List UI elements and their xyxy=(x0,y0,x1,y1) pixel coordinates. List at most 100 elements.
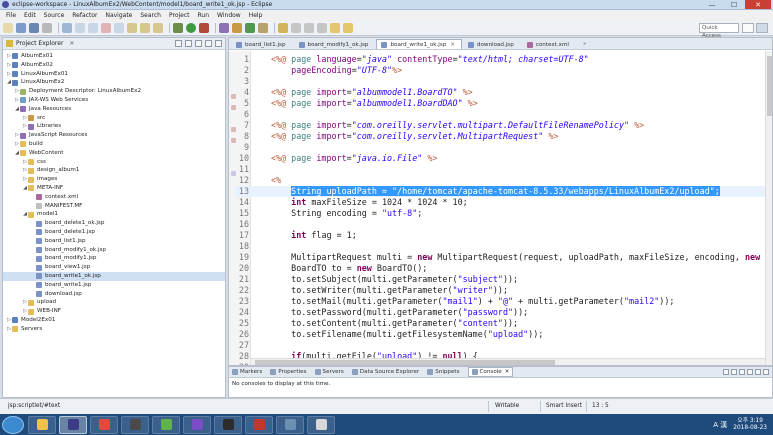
tree-item[interactable]: ▷ LinuxAlbumEx01 xyxy=(3,70,225,79)
search-icon[interactable] xyxy=(278,23,288,33)
tree-item[interactable]: ◢ model1 xyxy=(3,210,225,219)
media-app-button[interactable] xyxy=(121,415,149,434)
editor-text-area[interactable]: 1 <%@ page language="java" contentType="t… xyxy=(229,51,772,365)
panel-tab-markers[interactable]: Markers xyxy=(232,369,262,375)
editor-tab[interactable]: board_list1.jsp xyxy=(231,39,293,49)
view-menu-icon[interactable] xyxy=(195,40,202,47)
close-window-button[interactable]: ✕ xyxy=(745,0,771,9)
maximize-view-icon[interactable] xyxy=(215,40,222,47)
minimize-button[interactable]: — xyxy=(701,0,723,9)
skip-breakpoints-icon[interactable] xyxy=(62,23,72,33)
editor-tab[interactable]: context.xml xyxy=(522,39,576,49)
tree-item[interactable]: ▷ design_album1 xyxy=(3,166,225,175)
resume-icon[interactable] xyxy=(75,23,85,33)
menu-refactor[interactable]: Refactor xyxy=(68,10,101,21)
open-perspective-icon[interactable] xyxy=(742,23,754,33)
tree-item[interactable]: ▷ src xyxy=(3,114,225,123)
tool-app-button[interactable] xyxy=(307,415,335,434)
scroll-thumb[interactable] xyxy=(255,360,555,365)
tree-item[interactable]: ▷ Libraries xyxy=(3,122,225,131)
close-view-icon[interactable]: ✕ xyxy=(69,40,74,47)
editor-vertical-scrollbar[interactable] xyxy=(765,51,772,365)
tree-item[interactable]: ▷ images xyxy=(3,175,225,184)
collapse-all-icon[interactable] xyxy=(175,40,182,47)
save-all-icon[interactable] xyxy=(29,23,39,33)
menu-file[interactable]: File xyxy=(2,10,20,21)
close-tab-icon[interactable]: ✕ xyxy=(450,42,455,48)
tree-item[interactable]: ▷ WEB-INF xyxy=(3,307,225,316)
quick-access-input[interactable]: Quick Access xyxy=(699,23,739,39)
tree-item[interactable]: context.xml xyxy=(3,193,225,202)
tree-item[interactable]: ◢ LinuxAlbumEx2 xyxy=(3,78,225,87)
tree-item[interactable]: ▷ JavaScript Resources xyxy=(3,131,225,140)
external-tools-icon[interactable] xyxy=(199,23,209,33)
new-class-icon[interactable] xyxy=(245,23,255,33)
terminate-icon[interactable] xyxy=(101,23,111,33)
editor-horizontal-scrollbar[interactable] xyxy=(251,358,765,365)
toggle-mark-icon[interactable] xyxy=(291,23,301,33)
tree-item[interactable]: MANIFEST.MF xyxy=(3,202,225,211)
terminal-app-button[interactable] xyxy=(214,415,242,434)
tree-item[interactable]: ▷ build xyxy=(3,140,225,149)
menu-help[interactable]: Help xyxy=(245,10,267,21)
tree-item[interactable]: ▷ JAX-WS Web Services xyxy=(3,96,225,105)
editor-tab[interactable]: board_modify1_ok.jsp xyxy=(294,39,376,49)
scroll-thumb[interactable] xyxy=(767,56,772,116)
maximize-button[interactable]: ☐ xyxy=(723,0,745,9)
close-panel-icon[interactable]: ✕ xyxy=(505,369,510,375)
tree-item[interactable]: board_view1.jsp xyxy=(3,263,225,272)
wizard-app-button[interactable] xyxy=(152,415,180,434)
tree-item[interactable]: ▷ css xyxy=(3,158,225,167)
forward-icon[interactable] xyxy=(343,23,353,33)
eclipse-app-button[interactable] xyxy=(59,415,87,434)
tree-item[interactable]: download.jsp xyxy=(3,290,225,299)
open-console-icon[interactable] xyxy=(747,369,753,375)
editor-tab[interactable]: download.jsp xyxy=(463,39,521,49)
explorer-app-button[interactable] xyxy=(28,415,56,434)
annotation-next-icon[interactable] xyxy=(304,23,314,33)
menu-project[interactable]: Project xyxy=(165,10,194,21)
panel-tab-servers[interactable]: Servers xyxy=(314,369,344,375)
step-return-icon[interactable] xyxy=(153,23,163,33)
tree-item[interactable]: ◢ META-INF xyxy=(3,184,225,193)
tree-item[interactable]: board_delete1_ok.jsp xyxy=(3,219,225,228)
ime-indicator[interactable]: A 漢 xyxy=(713,420,727,430)
tree-item[interactable]: ▷ Model2Ex01 xyxy=(3,316,225,325)
putty-app-button[interactable] xyxy=(276,415,304,434)
menu-navigate[interactable]: Navigate xyxy=(101,10,136,21)
tree-item[interactable]: ◢ Java Resources xyxy=(3,105,225,114)
tree-item[interactable]: ▷ AlbumEx01 xyxy=(3,52,225,61)
vs-app-button[interactable] xyxy=(183,415,211,434)
run-icon[interactable] xyxy=(186,23,196,33)
new-java-project-icon[interactable] xyxy=(219,23,229,33)
display-console-icon[interactable] xyxy=(739,369,745,375)
pin-console-icon[interactable] xyxy=(731,369,737,375)
java-ee-perspective-icon[interactable] xyxy=(756,23,768,33)
print-icon[interactable] xyxy=(42,23,52,33)
filezilla-app-button[interactable] xyxy=(245,415,273,434)
tree-item[interactable]: ◢ WebContent xyxy=(3,149,225,158)
menu-search[interactable]: Search xyxy=(136,10,165,21)
clock[interactable]: 오후 3:19 2018-08-23 xyxy=(733,418,767,432)
tree-item[interactable]: board_write1_ok.jsp xyxy=(3,271,225,281)
link-editor-icon[interactable] xyxy=(185,40,192,47)
tree-item[interactable]: ▷ AlbumEx02 xyxy=(3,61,225,70)
start-button[interactable] xyxy=(2,415,24,434)
annotation-prev-icon[interactable] xyxy=(317,23,327,33)
tree-item[interactable]: board_modify1_ok.jsp xyxy=(3,246,225,255)
panel-tab-properties[interactable]: Properties xyxy=(270,369,307,375)
menu-window[interactable]: Window xyxy=(213,10,245,21)
minimize-panel-icon[interactable] xyxy=(755,369,761,375)
suspend-icon[interactable] xyxy=(88,23,98,33)
chrome-app-button[interactable] xyxy=(90,415,118,434)
step-into-icon[interactable] xyxy=(127,23,137,33)
new-package-icon[interactable] xyxy=(232,23,242,33)
maximize-panel-icon[interactable] xyxy=(763,369,769,375)
editor-tab[interactable]: board_write1_ok.jsp ✕ xyxy=(376,39,462,49)
step-over-icon[interactable] xyxy=(140,23,150,33)
clear-console-icon[interactable] xyxy=(723,369,729,375)
debug-icon[interactable] xyxy=(173,23,183,33)
menu-edit[interactable]: Edit xyxy=(20,10,40,21)
panel-tab-snippets[interactable]: Snippets xyxy=(427,369,460,375)
tree-item[interactable]: board_modify1.jsp xyxy=(3,254,225,263)
